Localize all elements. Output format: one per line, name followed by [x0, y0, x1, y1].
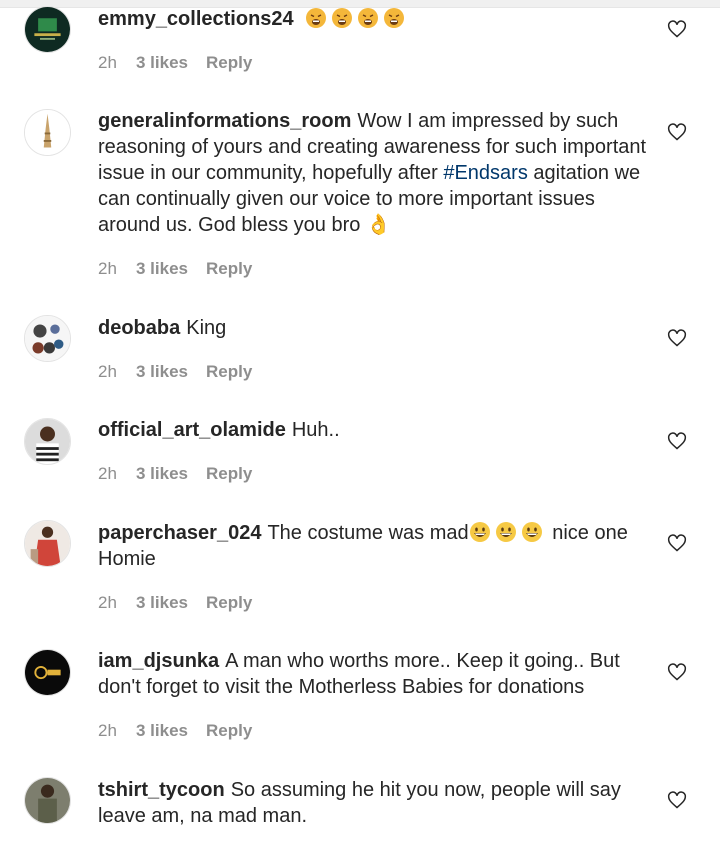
comment-likes[interactable]: 3 likes [136, 52, 188, 74]
comment-meta: 2h 3 likes Reply [98, 720, 252, 742]
comment-time: 2h [98, 362, 117, 381]
comment-likes[interactable]: 3 likes [136, 361, 188, 383]
tired-face-emoji [331, 7, 353, 29]
comment-text: King [186, 317, 227, 339]
like-heart-icon[interactable] [667, 19, 687, 39]
tired-face-emoji [357, 7, 379, 29]
comment-likes[interactable]: 3 likes [136, 258, 188, 280]
comment-time: 2h [98, 721, 117, 740]
like-heart-icon[interactable] [667, 662, 687, 682]
avatar[interactable] [24, 6, 71, 53]
comment-emoji-group [300, 8, 410, 30]
reply-button[interactable]: Reply [206, 593, 252, 612]
comment-username[interactable]: generalinformations_room [98, 110, 351, 132]
comment-username[interactable]: paperchaser_024 [98, 522, 261, 544]
comment-meta: 2h 3 likes Reply [98, 592, 252, 614]
avatar[interactable] [24, 649, 71, 696]
comment-username[interactable]: emmy_collections24 [98, 8, 294, 30]
like-heart-icon[interactable] [667, 328, 687, 348]
comment-time: 2h [98, 259, 117, 278]
comment-meta: 2h 3 likes Reply [98, 52, 252, 74]
reply-button[interactable]: Reply [206, 259, 252, 278]
avatar[interactable] [24, 777, 71, 824]
like-heart-icon[interactable] [667, 533, 687, 553]
reply-button[interactable]: Reply [206, 53, 252, 72]
reply-button[interactable]: Reply [206, 464, 252, 483]
reply-button[interactable]: Reply [206, 362, 252, 381]
tired-face-emoji [383, 7, 405, 29]
comment-likes[interactable]: 3 likes [136, 592, 188, 614]
comment-username[interactable]: iam_djsunka [98, 650, 219, 672]
comment-text: Huh.. [291, 419, 340, 441]
comment-username[interactable]: official_art_olamide [98, 419, 286, 441]
comment-meta: 2h 3 likes Reply [98, 463, 252, 485]
like-heart-icon[interactable] [667, 790, 687, 810]
comment-username[interactable]: tshirt_tycoon [98, 779, 225, 801]
comment-likes[interactable]: 3 likes [136, 463, 188, 485]
comment-time: 2h [98, 464, 117, 483]
comment-username[interactable]: deobaba [98, 317, 180, 339]
reply-button[interactable]: Reply [206, 721, 252, 740]
comment-likes[interactable]: 3 likes [136, 720, 188, 742]
grinning-face-emoji [521, 521, 543, 543]
grinning-face-emoji [469, 521, 491, 543]
comment-meta: 2h 3 likes Reply [98, 361, 252, 383]
comment-time: 2h [98, 53, 117, 72]
hashtag-link[interactable]: #Endsars [443, 162, 528, 184]
avatar[interactable] [24, 520, 71, 567]
avatar[interactable] [24, 418, 71, 465]
like-heart-icon[interactable] [667, 122, 687, 142]
avatar[interactable] [24, 315, 71, 362]
comment-time: 2h [98, 593, 117, 612]
grinning-face-emoji [495, 521, 517, 543]
like-heart-icon[interactable] [667, 431, 687, 451]
comment-text: The costume was mad [267, 522, 469, 544]
avatar[interactable] [24, 109, 71, 156]
comment-meta: 2h 3 likes Reply [98, 258, 252, 280]
tired-face-emoji [305, 7, 327, 29]
